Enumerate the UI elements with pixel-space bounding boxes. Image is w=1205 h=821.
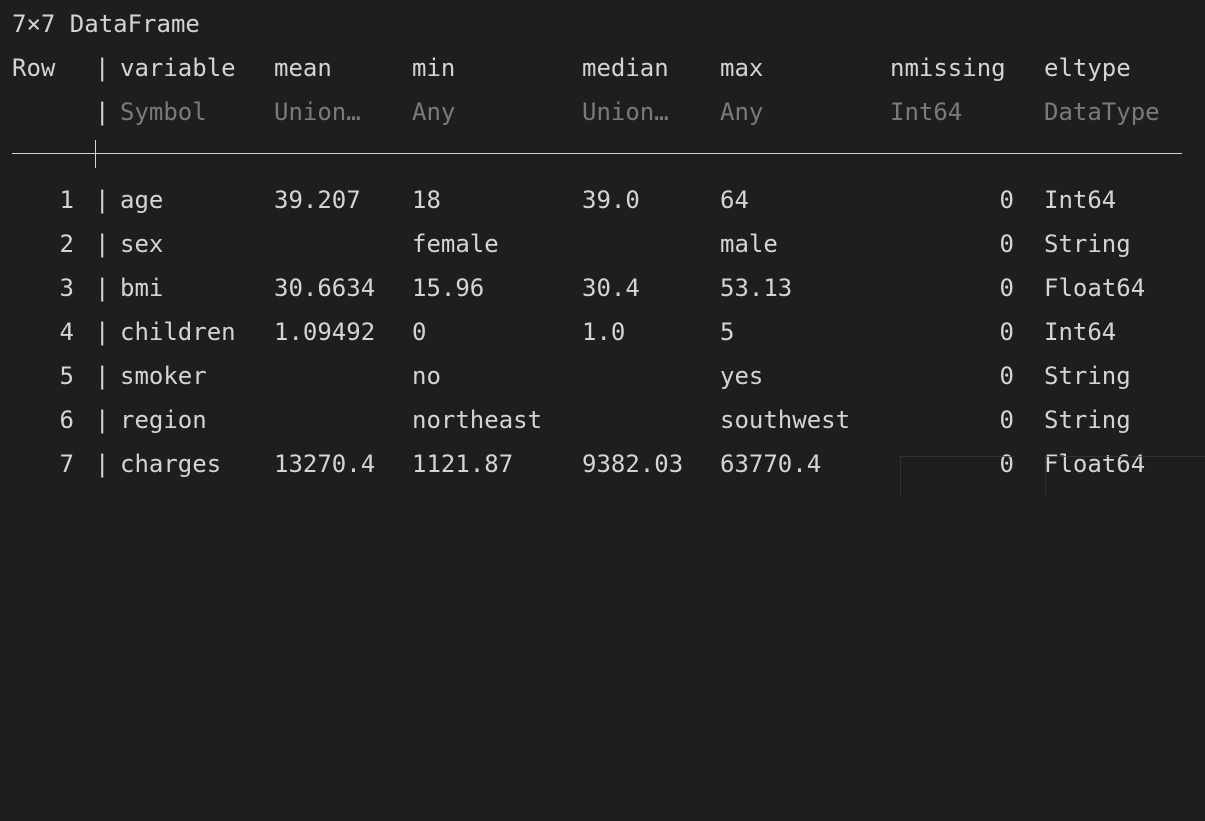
- row-header-label: Row: [12, 54, 56, 82]
- min-cell: female: [412, 230, 499, 258]
- max-cell: 63770.4: [720, 450, 822, 478]
- mean-cell: 13270.4: [274, 450, 376, 478]
- nmissing-cell: 0: [999, 230, 1014, 258]
- table-type-row: | Symbol Union… Any Union… Any Int64 Dat…: [0, 95, 1205, 129]
- column-type-variable: Symbol: [120, 98, 207, 126]
- variable-cell: sex: [120, 230, 164, 258]
- nmissing-cell: 0: [999, 186, 1014, 214]
- mean-cell: 39.207: [274, 186, 361, 214]
- dataframe-output: 7×7 DataFrame Row | variable mean min me…: [0, 0, 1205, 497]
- min-cell: northeast: [412, 406, 543, 434]
- column-type-nmissing: Int64: [890, 98, 963, 126]
- table-row: 6 | region northeast southwest 0 String: [0, 403, 1205, 437]
- table-row: 5 | smoker no yes 0 String: [0, 359, 1205, 393]
- column-header-variable: variable: [120, 54, 236, 82]
- nmissing-cell: 0: [999, 406, 1014, 434]
- table-header-row: Row | variable mean min median max nmiss…: [0, 51, 1205, 85]
- type-row-divider: |: [95, 98, 110, 126]
- table-row: 4 | children 1.09492 0 1.0 5 0 Int64: [0, 315, 1205, 349]
- column-type-max: Any: [720, 98, 764, 126]
- column-header-eltype: eltype: [1044, 54, 1131, 82]
- eltype-cell: Int64: [1044, 186, 1117, 214]
- column-header-median: median: [582, 54, 669, 82]
- nmissing-cell: 0: [999, 318, 1014, 346]
- row-number: 1: [59, 186, 74, 214]
- eltype-cell: String: [1044, 230, 1131, 258]
- table-row: 3 | bmi 30.6634 15.96 30.4 53.13 0 Float…: [0, 271, 1205, 305]
- max-cell: 64: [720, 186, 749, 214]
- max-cell: male: [720, 230, 778, 258]
- median-cell: 9382.03: [582, 450, 684, 478]
- column-header-nmissing: nmissing: [890, 54, 1006, 82]
- overlay-box: [1045, 456, 1205, 497]
- row-divider: |: [95, 230, 110, 258]
- row-divider: |: [95, 54, 110, 82]
- overlay-box: [900, 456, 1013, 497]
- row-number: 6: [59, 406, 74, 434]
- min-cell: 18: [412, 186, 441, 214]
- table-row: 1 | age 39.207 18 39.0 64 0 Int64: [0, 183, 1205, 217]
- nmissing-cell: 0: [999, 362, 1014, 390]
- mean-cell: 30.6634: [274, 274, 376, 302]
- column-type-min: Any: [412, 98, 456, 126]
- max-cell: yes: [720, 362, 764, 390]
- dataframe-title: 7×7 DataFrame: [12, 10, 200, 38]
- nmissing-cell: 0: [999, 274, 1014, 302]
- header-separator-tick: [95, 140, 96, 168]
- row-divider: |: [95, 186, 110, 214]
- min-cell: 0: [412, 318, 427, 346]
- variable-cell: region: [120, 406, 207, 434]
- max-cell: southwest: [720, 406, 851, 434]
- row-number: 2: [59, 230, 74, 258]
- variable-cell: charges: [120, 450, 222, 478]
- median-cell: 30.4: [582, 274, 640, 302]
- row-divider: |: [95, 362, 110, 390]
- eltype-cell: String: [1044, 406, 1131, 434]
- eltype-cell: Float64: [1044, 274, 1146, 302]
- column-header-max: max: [720, 54, 764, 82]
- min-cell: no: [412, 362, 441, 390]
- row-number: 7: [59, 450, 74, 478]
- row-number: 4: [59, 318, 74, 346]
- column-header-mean: mean: [274, 54, 332, 82]
- variable-cell: bmi: [120, 274, 164, 302]
- row-divider: |: [95, 274, 110, 302]
- row-divider: |: [95, 406, 110, 434]
- header-separator: [12, 153, 1182, 154]
- median-cell: 1.0: [582, 318, 626, 346]
- eltype-cell: Int64: [1044, 318, 1117, 346]
- min-cell: 1121.87: [412, 450, 514, 478]
- row-number: 3: [59, 274, 74, 302]
- row-divider: |: [95, 318, 110, 346]
- column-header-min: min: [412, 54, 456, 82]
- variable-cell: smoker: [120, 362, 207, 390]
- max-cell: 5: [720, 318, 735, 346]
- table-row: 2 | sex female male 0 String: [0, 227, 1205, 261]
- column-type-eltype: DataType: [1044, 98, 1160, 126]
- max-cell: 53.13: [720, 274, 793, 302]
- row-number: 5: [59, 362, 74, 390]
- median-cell: 39.0: [582, 186, 640, 214]
- variable-cell: age: [120, 186, 164, 214]
- column-type-median: Union…: [582, 98, 669, 126]
- eltype-cell: String: [1044, 362, 1131, 390]
- column-type-mean: Union…: [274, 98, 361, 126]
- mean-cell: 1.09492: [274, 318, 376, 346]
- table-row: 7 | charges 13270.4 1121.87 9382.03 6377…: [0, 447, 1205, 481]
- row-divider: |: [95, 450, 110, 478]
- min-cell: 15.96: [412, 274, 485, 302]
- variable-cell: children: [120, 318, 236, 346]
